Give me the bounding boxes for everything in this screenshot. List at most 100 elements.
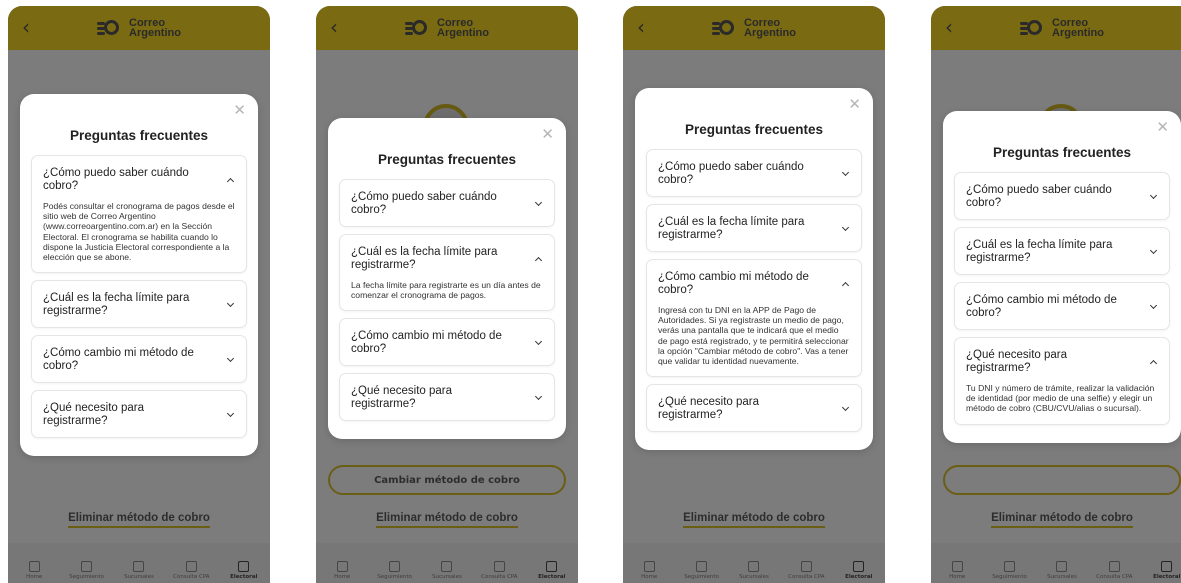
- faq-item-cambiar-metodo[interactable]: ¿Cómo cambio mi método de cobro?: [31, 335, 247, 384]
- tab-seguimiento[interactable]: Seguimiento: [61, 561, 113, 580]
- modal-title: Preguntas frecuentes: [992, 145, 1132, 160]
- faq-modal: ✕ Preguntas frecuentes ¿Cómo puedo saber…: [635, 88, 873, 451]
- phone-screen-3: ‹ Correo Argentino Eliminar método de cob…: [623, 6, 885, 583]
- correo-logo: Correo Argentino: [712, 18, 796, 39]
- correo-logo-icon: [405, 19, 431, 37]
- correo-logo-icon: [712, 19, 738, 37]
- app-header: ‹ Correo Argentino: [316, 6, 578, 50]
- correo-logo: Correo Argentino: [1020, 18, 1104, 39]
- back-button[interactable]: ‹: [330, 15, 338, 39]
- home-icon: [28, 561, 40, 572]
- faq-item-que-necesito[interactable]: ¿Qué necesito para registrarme?: [339, 373, 555, 422]
- faq-answer: Tu DNI y número de trámite, realizar la …: [966, 383, 1155, 414]
- phone-screen-4: ‹ Correo Argentino Eliminar método de cob…: [931, 6, 1181, 583]
- faq-item-fecha-limite[interactable]: ¿Cuál es la fecha límite para registrarm…: [339, 234, 555, 312]
- tab-sucursales[interactable]: Sucursales: [728, 561, 780, 580]
- faq-modal: ✕ Preguntas frecuentes ¿Cómo puedo saber…: [20, 94, 258, 457]
- tracking-icon: [1004, 561, 1016, 572]
- correo-logo-icon: [1020, 19, 1046, 37]
- electoral-icon: [1161, 561, 1173, 572]
- faq-item-fecha-limite[interactable]: ¿Cuál es la fecha límite para registrarm…: [31, 280, 247, 329]
- tab-home[interactable]: Home: [8, 561, 60, 580]
- app-header: ‹ Correo Argentino: [931, 6, 1181, 50]
- branches-icon: [1056, 561, 1068, 572]
- electoral-icon: [546, 561, 558, 572]
- branches-icon: [441, 561, 453, 572]
- faq-answer: La fecha límite para registrarte es un d…: [351, 280, 541, 301]
- close-icon[interactable]: ✕: [848, 97, 861, 112]
- tab-home[interactable]: Home: [316, 561, 368, 580]
- cpa-search-icon: [800, 561, 812, 572]
- tab-sucursales[interactable]: Sucursales: [421, 561, 473, 580]
- phone-screen-2: ‹ Correo Argentino Cambiar método de cobr…: [316, 6, 578, 583]
- delete-payment-link[interactable]: Eliminar método de cobro: [8, 512, 270, 528]
- back-button[interactable]: ‹: [22, 15, 30, 39]
- tab-consulta-cpa[interactable]: Consulta CPA: [473, 561, 525, 580]
- faq-item-cambiar-metodo[interactable]: ¿Cómo cambio mi método de cobro?: [954, 282, 1170, 330]
- tab-sucursales[interactable]: Sucursales: [113, 561, 165, 580]
- faq-modal: ✕ Preguntas frecuentes ¿Cómo puedo saber…: [328, 118, 566, 440]
- faq-item-cuando-cobro[interactable]: ¿Cómo puedo saber cuándo cobro? Podés co…: [31, 155, 247, 274]
- bottom-tab-bar: Home Seguimiento Sucursales Consulta CPA…: [316, 543, 578, 583]
- modal-title: Preguntas frecuentes: [684, 122, 824, 137]
- close-icon[interactable]: ✕: [1156, 120, 1169, 135]
- delete-payment-link[interactable]: Eliminar método de cobro: [623, 512, 885, 528]
- electoral-icon: [238, 561, 250, 572]
- faq-item-cambiar-metodo[interactable]: ¿Cómo cambio mi método de cobro?: [339, 318, 555, 367]
- faq-item-cuando-cobro[interactable]: ¿Cómo puedo saber cuándo cobro?: [954, 172, 1170, 220]
- cpa-search-icon: [1108, 561, 1120, 572]
- back-button[interactable]: ‹: [637, 15, 645, 39]
- faq-item-cambiar-metodo[interactable]: ¿Cómo cambio mi método de cobro? Ingresá…: [646, 259, 862, 378]
- app-header: ‹ Correo Argentino: [623, 6, 885, 50]
- tab-seguimiento[interactable]: Seguimiento: [369, 561, 421, 580]
- app-header: ‹ Correo Argentino: [8, 6, 270, 50]
- modal-title: Preguntas frecuentes: [69, 128, 209, 143]
- tab-seguimiento[interactable]: Seguimiento: [984, 561, 1036, 580]
- faq-item-cuando-cobro[interactable]: ¿Cómo puedo saber cuándo cobro?: [339, 179, 555, 227]
- tracking-icon: [696, 561, 708, 572]
- home-icon: [951, 561, 963, 572]
- bottom-tab-bar: Home Seguimiento Sucursales Consulta CPA…: [931, 543, 1181, 583]
- faq-item-que-necesito[interactable]: ¿Qué necesito para registrarme? Tu DNI y…: [954, 337, 1170, 425]
- faq-item-fecha-limite[interactable]: ¿Cuál es la fecha límite para registrarm…: [954, 227, 1170, 275]
- tab-consulta-cpa[interactable]: Consulta CPA: [165, 561, 217, 580]
- correo-logo: Correo Argentino: [405, 18, 489, 39]
- faq-modal: ✕ Preguntas frecuentes ¿Cómo puedo saber…: [943, 111, 1181, 443]
- delete-payment-link[interactable]: Eliminar método de cobro: [316, 512, 578, 528]
- faq-item-que-necesito[interactable]: ¿Qué necesito para registrarme?: [31, 390, 247, 439]
- tab-electoral[interactable]: Electoral: [526, 561, 578, 580]
- faq-item-que-necesito[interactable]: ¿Qué necesito para registrarme?: [646, 384, 862, 433]
- home-icon: [643, 561, 655, 572]
- delete-payment-link[interactable]: Eliminar método de cobro: [931, 512, 1181, 528]
- close-icon[interactable]: ✕: [541, 127, 554, 142]
- correo-logo-icon: [97, 19, 123, 37]
- phone-screen-1: ‹ Correo Argentino Eliminar método de cob…: [8, 6, 270, 583]
- tab-consulta-cpa[interactable]: Consulta CPA: [1088, 561, 1140, 580]
- tracking-icon: [389, 561, 401, 572]
- tab-electoral[interactable]: Electoral: [833, 561, 885, 580]
- tab-electoral[interactable]: Electoral: [218, 561, 270, 580]
- tracking-icon: [81, 561, 93, 572]
- tab-home[interactable]: Home: [623, 561, 675, 580]
- change-payment-button[interactable]: Cambiar método de cobro: [328, 465, 566, 495]
- faq-item-fecha-limite[interactable]: ¿Cuál es la fecha límite para registrarm…: [646, 204, 862, 252]
- branches-icon: [748, 561, 760, 572]
- cpa-search-icon: [493, 561, 505, 572]
- change-payment-button[interactable]: [943, 465, 1181, 495]
- electoral-icon: [853, 561, 865, 572]
- back-button[interactable]: ‹: [945, 15, 953, 39]
- tab-home[interactable]: Home: [931, 561, 983, 580]
- close-icon[interactable]: ✕: [233, 103, 246, 118]
- tab-consulta-cpa[interactable]: Consulta CPA: [780, 561, 832, 580]
- tab-electoral[interactable]: Electoral: [1141, 561, 1181, 580]
- cpa-search-icon: [185, 561, 197, 572]
- faq-answer: Ingresá con tu DNI en la APP de Pago de …: [658, 305, 849, 367]
- correo-logo: Correo Argentino: [97, 18, 181, 39]
- tab-sucursales[interactable]: Sucursales: [1036, 561, 1088, 580]
- faq-item-cuando-cobro[interactable]: ¿Cómo puedo saber cuándo cobro?: [646, 149, 862, 197]
- bottom-tab-bar: Home Seguimiento Sucursales Consulta CPA…: [623, 543, 885, 583]
- modal-title: Preguntas frecuentes: [377, 152, 517, 167]
- home-icon: [336, 561, 348, 572]
- tab-seguimiento[interactable]: Seguimiento: [676, 561, 728, 580]
- faq-answer: Podés consultar el cronograma de pagos d…: [43, 201, 235, 263]
